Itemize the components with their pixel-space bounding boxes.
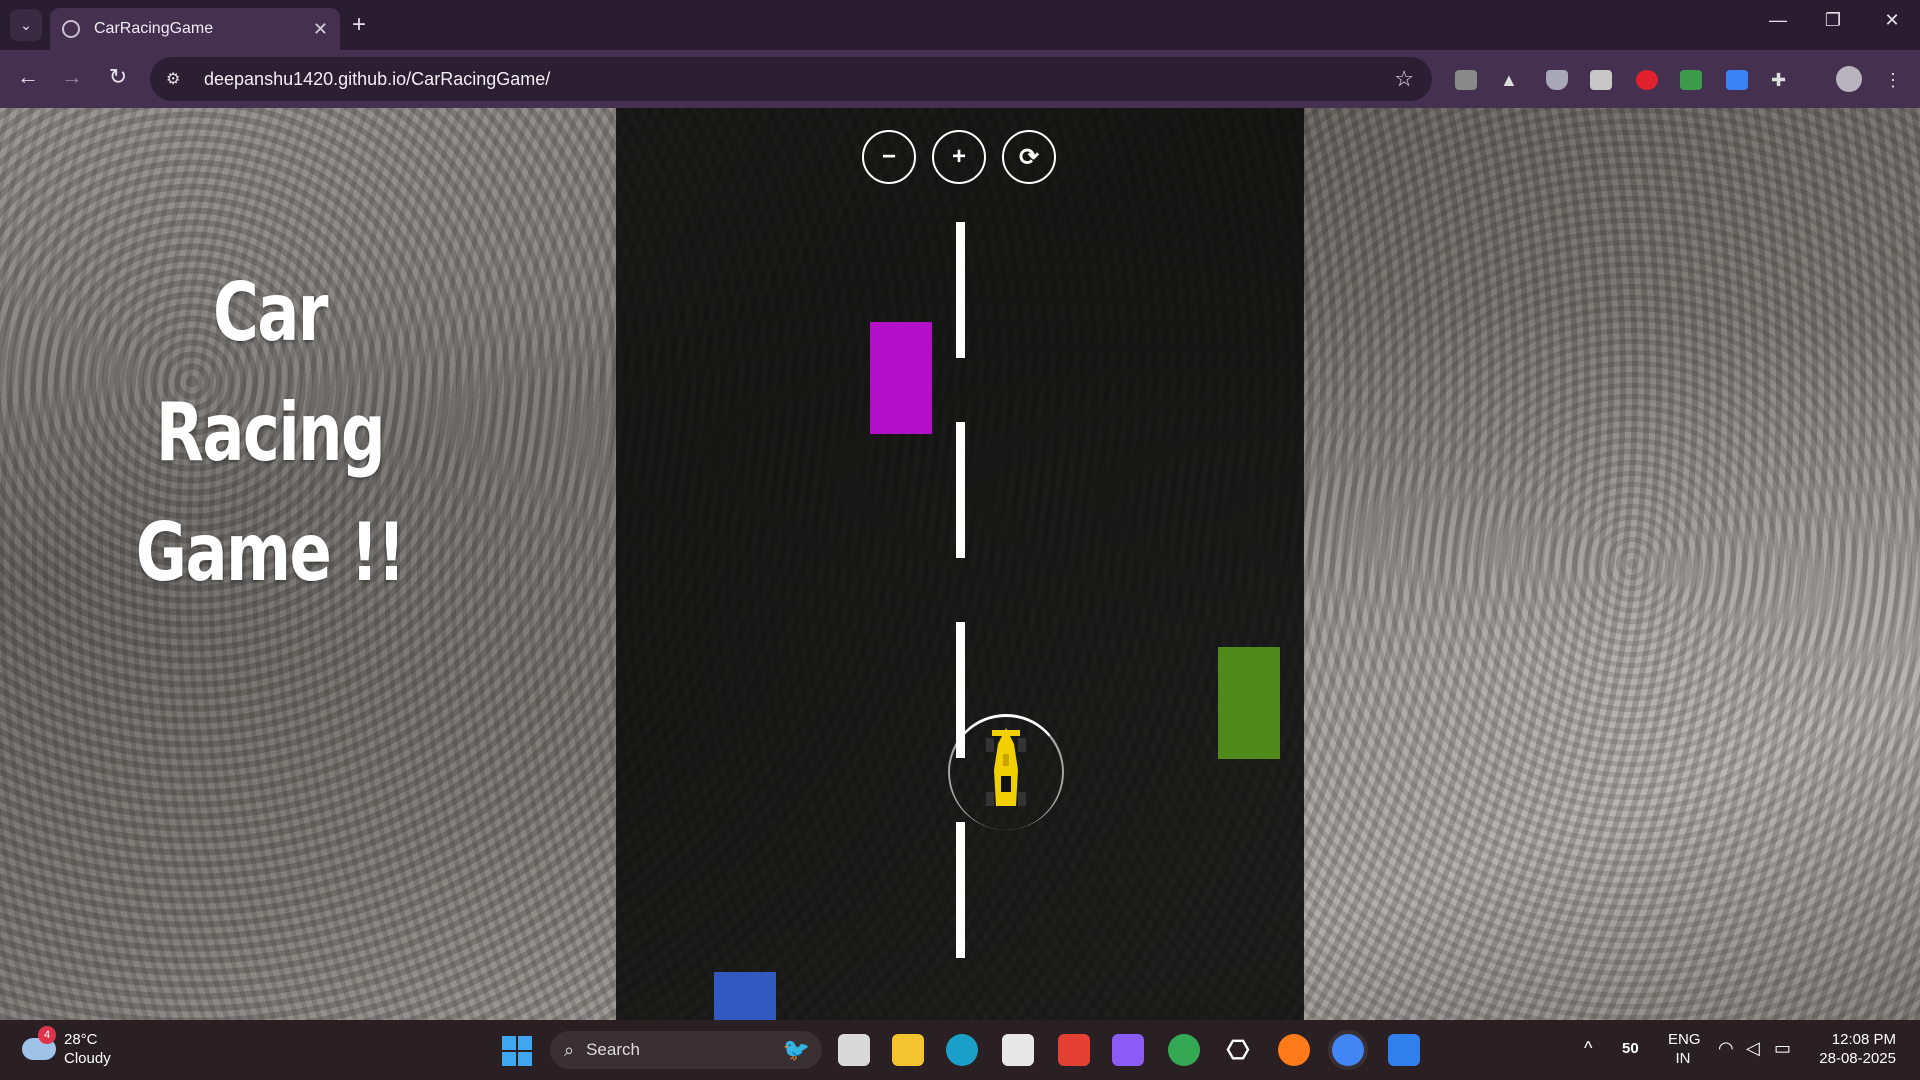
bookmark-star-icon[interactable]: ☆ bbox=[1394, 66, 1414, 92]
page-title: Car Racing Game !! bbox=[91, 253, 450, 613]
minimize-button[interactable]: — bbox=[1758, 10, 1798, 31]
tab-close-button[interactable]: ✕ bbox=[313, 19, 328, 40]
arrow-right-icon: → bbox=[61, 64, 83, 89]
task-view-icon[interactable] bbox=[838, 1034, 870, 1066]
chevron-down-icon: ⌄ bbox=[20, 16, 32, 33]
back-button[interactable]: ← bbox=[13, 64, 43, 90]
clock-date: 28-08-2025 bbox=[1819, 1050, 1896, 1067]
vscode-icon[interactable] bbox=[1388, 1034, 1420, 1066]
close-window-button[interactable]: ✕ bbox=[1872, 10, 1912, 31]
tray-count[interactable]: 50 bbox=[1622, 1040, 1639, 1057]
game-road[interactable]: − + ⟳ bbox=[616, 108, 1304, 1020]
weather-condition: Cloudy bbox=[64, 1050, 111, 1067]
browser-menu-icon[interactable]: ⋮ bbox=[1884, 70, 1906, 90]
extension-adblock-icon[interactable] bbox=[1636, 70, 1658, 90]
wifi-icon[interactable]: ◠ bbox=[1718, 1038, 1734, 1059]
windows-taskbar: 4 28°C Cloudy ⌕ Search 🐦 ⎔ ^ 50 ENG IN ◠… bbox=[0, 1020, 1920, 1080]
copilot-icon[interactable] bbox=[1112, 1034, 1144, 1066]
edge-icon[interactable] bbox=[946, 1034, 978, 1066]
search-icon: ⌕ bbox=[564, 1039, 575, 1060]
obstacle-car-green bbox=[1218, 647, 1280, 759]
restart-button[interactable]: ⟳ bbox=[1002, 130, 1056, 184]
obstacle-car-purple bbox=[870, 322, 932, 434]
speed-decrease-button[interactable]: − bbox=[862, 130, 916, 184]
extension-cast-icon[interactable] bbox=[1590, 70, 1612, 90]
globe-icon bbox=[62, 20, 80, 38]
firefox-icon[interactable] bbox=[1278, 1034, 1310, 1066]
chrome-icon[interactable] bbox=[1168, 1034, 1200, 1066]
gmail-icon[interactable] bbox=[1058, 1034, 1090, 1066]
tab-search-button[interactable]: ⌄ bbox=[10, 9, 42, 41]
extension-green-icon[interactable] bbox=[1680, 70, 1702, 90]
lane-divider bbox=[956, 222, 965, 358]
weather-alert-badge: 4 bbox=[38, 1026, 56, 1044]
volume-icon[interactable]: ◁ bbox=[1746, 1038, 1760, 1059]
extension-drive-icon[interactable]: ▲ bbox=[1500, 70, 1522, 90]
language-line-1: ENG bbox=[1668, 1031, 1701, 1048]
new-tab-button[interactable]: + bbox=[352, 11, 366, 39]
weather-widget[interactable]: 4 28°C Cloudy bbox=[22, 1026, 111, 1068]
extension-shield-icon[interactable] bbox=[1546, 70, 1568, 90]
browser-title-bar: ⌄ CarRacingGame ✕ + — ❐ ✕ bbox=[0, 0, 1920, 50]
taskbar-search-label: Search bbox=[586, 1040, 640, 1059]
restore-button[interactable]: ❐ bbox=[1813, 10, 1853, 31]
chatgpt-icon[interactable]: ⎔ bbox=[1222, 1034, 1254, 1066]
profile-avatar[interactable] bbox=[1836, 66, 1862, 92]
title-line-1: Car Racing bbox=[155, 266, 386, 479]
bird-icon: 🐦 bbox=[782, 1037, 810, 1062]
start-button[interactable] bbox=[502, 1036, 532, 1066]
lane-divider bbox=[956, 422, 965, 558]
cloud-icon: 4 bbox=[22, 1026, 56, 1060]
browser-tab[interactable]: CarRacingGame ✕ bbox=[50, 8, 340, 50]
close-icon: ✕ bbox=[1884, 10, 1900, 30]
microsoft-store-icon[interactable] bbox=[1002, 1034, 1034, 1066]
address-bar[interactable]: ⚙ deepanshu1420.github.io/CarRacingGame/… bbox=[150, 57, 1432, 101]
clock-time: 12:08 PM bbox=[1831, 1031, 1896, 1048]
racing-car-icon bbox=[986, 728, 1026, 806]
language-line-2: IN bbox=[1675, 1050, 1691, 1067]
speed-increase-button[interactable]: + bbox=[932, 130, 986, 184]
battery-icon[interactable]: ▭ bbox=[1774, 1038, 1791, 1059]
weather-temperature: 28°C bbox=[64, 1031, 98, 1048]
tab-title: CarRacingGame bbox=[94, 20, 214, 37]
obstacle-car-blue bbox=[714, 972, 776, 1020]
game-page: Car Racing Game !! − + ⟳ bbox=[0, 108, 1920, 1020]
reload-icon: ↻ bbox=[108, 64, 128, 89]
clock[interactable]: 12:08 PM 28-08-2025 bbox=[1816, 1030, 1896, 1068]
player-car[interactable] bbox=[948, 714, 1064, 830]
extension-folder-icon[interactable] bbox=[1455, 70, 1477, 90]
file-explorer-icon[interactable] bbox=[892, 1034, 924, 1066]
extensions-puzzle-icon[interactable]: ✚ bbox=[1771, 70, 1793, 90]
show-hidden-icons-chevron-icon[interactable]: ^ bbox=[1584, 1038, 1592, 1059]
restore-icon: ❐ bbox=[1824, 10, 1842, 30]
title-line-2: Game !! bbox=[135, 506, 406, 599]
arrow-left-icon: ← bbox=[17, 64, 39, 89]
reload-button[interactable]: ↻ bbox=[103, 64, 133, 90]
forward-button[interactable]: → bbox=[57, 64, 87, 90]
minimize-icon: — bbox=[1769, 10, 1787, 30]
url-text[interactable]: deepanshu1420.github.io/CarRacingGame/ bbox=[204, 69, 550, 90]
windows-logo-icon bbox=[502, 1036, 516, 1050]
site-settings-icon[interactable]: ⚙ bbox=[166, 69, 188, 89]
extension-blue-icon[interactable] bbox=[1726, 70, 1748, 90]
lane-divider bbox=[956, 822, 965, 958]
language-indicator[interactable]: ENG IN bbox=[1668, 1030, 1701, 1068]
browser-toolbar: ← → ↻ ⚙ deepanshu1420.github.io/CarRacin… bbox=[0, 50, 1920, 108]
taskbar-search[interactable]: ⌕ Search 🐦 bbox=[550, 1031, 822, 1069]
chrome-active-icon[interactable] bbox=[1332, 1034, 1364, 1066]
